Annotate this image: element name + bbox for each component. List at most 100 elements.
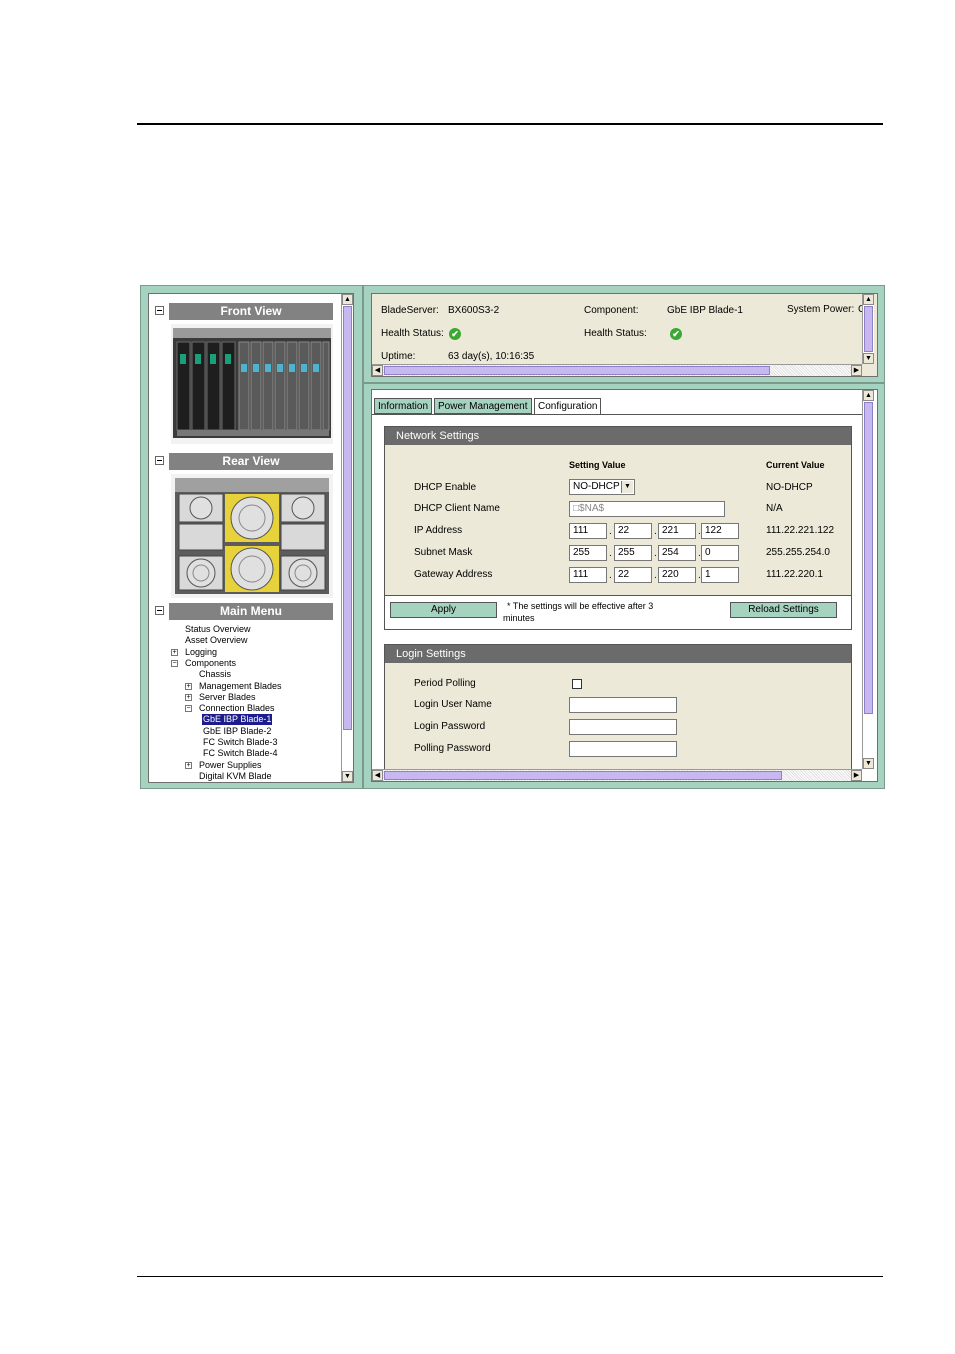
status-frame: BladeServer: BX600S3-2 Component: GbE IB… <box>363 285 885 383</box>
ip-octet-2-field[interactable]: 22 <box>614 523 652 539</box>
setting-value-header: Setting Value <box>569 460 626 470</box>
mask-octet-2-field[interactable]: 255 <box>614 545 652 561</box>
chevron-down-icon[interactable]: ▼ <box>621 481 633 493</box>
login-password-field[interactable] <box>569 719 677 735</box>
expand-logging-icon[interactable]: + <box>171 649 178 656</box>
ip-octet-4-field[interactable]: 122 <box>701 523 739 539</box>
left-frame: Front View Rear View Main Menu Status Ov… <box>140 285 363 789</box>
mask-dot-separator: . <box>654 548 657 559</box>
login-settings-body: Period Polling Login User Name Login Pas… <box>385 663 851 775</box>
content-hscroll-thumb[interactable] <box>384 771 782 780</box>
scroll-up-arrow-icon[interactable]: ▲ <box>342 294 353 305</box>
menu-connection-blades[interactable]: Connection Blades <box>199 703 275 714</box>
polling-password-field[interactable] <box>569 741 677 757</box>
dhcp-client-name-current: N/A <box>766 503 783 514</box>
status-vertical-scrollbar[interactable]: ▲ ▼ <box>862 294 874 364</box>
status-horizontal-scrollbar[interactable]: ◀ ▶ <box>372 364 862 376</box>
content-vscroll-thumb[interactable] <box>864 402 873 714</box>
scroll-right-arrow-icon[interactable]: ▶ <box>851 770 862 781</box>
subnet-mask-label: Subnet Mask <box>414 547 473 558</box>
scroll-up-arrow-icon[interactable]: ▲ <box>863 390 874 401</box>
ip-octet-3-field[interactable]: 221 <box>658 523 696 539</box>
tab-information[interactable]: Information <box>374 398 433 414</box>
scroll-left-arrow-icon[interactable]: ◀ <box>372 770 383 781</box>
nav-vertical-scrollbar[interactable]: ▲ ▼ <box>341 294 353 782</box>
collapse-front-view-icon[interactable] <box>155 306 164 315</box>
menu-power-supplies[interactable]: Power Supplies <box>199 760 262 771</box>
collapse-connection-blades-icon[interactable]: − <box>185 705 192 712</box>
expand-server-blades-icon[interactable]: + <box>185 694 192 701</box>
navigation-panel: Front View Rear View Main Menu Status Ov… <box>148 293 354 783</box>
content-panel: Information Power Management Configurati… <box>371 389 878 782</box>
menu-fc-switch-blade-3[interactable]: FC Switch Blade-3 <box>203 737 278 748</box>
menu-fc-switch-blade-4[interactable]: FC Switch Blade-4 <box>203 748 278 759</box>
scroll-down-arrow-icon[interactable]: ▼ <box>863 353 874 364</box>
dhcp-client-name-field[interactable]: □$NA$ <box>569 501 725 517</box>
ip-dot-separator: . <box>609 526 612 537</box>
mask-octet-3-field[interactable]: 254 <box>658 545 696 561</box>
gateway-octet-3-field[interactable]: 220 <box>658 567 696 583</box>
content-vertical-scrollbar[interactable]: ▲ ▼ <box>862 390 874 769</box>
ip-octet-1-field[interactable]: 111 <box>569 523 607 539</box>
menu-gbe-ibp-blade-2[interactable]: GbE IBP Blade-2 <box>203 726 271 737</box>
menu-status-overview[interactable]: Status Overview <box>185 624 251 635</box>
collapse-components-icon[interactable]: − <box>171 660 178 667</box>
menu-digital-kvm-blade[interactable]: Digital KVM Blade <box>199 771 272 782</box>
ip-address-label: IP Address <box>414 525 463 536</box>
period-polling-checkbox[interactable] <box>572 679 582 689</box>
menu-management-blades[interactable]: Management Blades <box>199 681 282 692</box>
scroll-right-arrow-icon[interactable]: ▶ <box>851 365 862 376</box>
mask-octet-4-field[interactable]: 0 <box>701 545 739 561</box>
expand-management-blades-icon[interactable]: + <box>185 683 192 690</box>
login-password-label: Login Password <box>414 721 486 732</box>
settings-note-line2: minutes <box>503 613 535 623</box>
collapse-main-menu-icon[interactable] <box>155 606 164 615</box>
ip-address-current: 111.22.221.122 <box>766 525 835 536</box>
scroll-left-arrow-icon[interactable]: ◀ <box>372 365 383 376</box>
top-rule <box>137 123 883 125</box>
current-value-header: Current Value <box>766 460 825 470</box>
gateway-octet-2-field[interactable]: 22 <box>614 567 652 583</box>
menu-components[interactable]: Components <box>185 658 236 669</box>
status-vscroll-thumb[interactable] <box>864 306 873 352</box>
front-view-image <box>171 324 333 444</box>
apply-button[interactable]: Apply <box>390 602 497 618</box>
reload-settings-button[interactable]: Reload Settings <box>730 602 837 618</box>
gateway-octet-1-field[interactable]: 111 <box>569 567 607 583</box>
bladeserver-label: BladeServer: <box>381 305 439 316</box>
tab-power-management[interactable]: Power Management <box>434 398 532 414</box>
menu-chassis[interactable]: Chassis <box>199 669 231 680</box>
uptime-value: 63 day(s), 10:16:35 <box>448 351 535 362</box>
health-status-label: Health Status: <box>381 328 444 339</box>
tab-configuration[interactable]: Configuration <box>534 398 602 415</box>
settings-note-line1: * The settings will be effective after 3 <box>507 601 654 611</box>
bottom-rule <box>137 1276 883 1277</box>
health-ok-icon: ✔ <box>449 328 461 340</box>
menu-server-blades[interactable]: Server Blades <box>199 692 256 703</box>
login-settings-section: Login Settings Period Polling Login User… <box>384 644 852 775</box>
login-user-name-field[interactable] <box>569 697 677 713</box>
menu-asset-overview[interactable]: Asset Overview <box>185 635 248 646</box>
dhcp-enable-label: DHCP Enable <box>414 482 477 493</box>
login-user-name-label: Login User Name <box>414 699 492 710</box>
dhcp-enable-value: NO-DHCP <box>573 481 620 492</box>
nav-scroll-thumb[interactable] <box>343 306 352 730</box>
front-view-header: Front View <box>169 303 333 320</box>
component-value: GbE IBP Blade-1 <box>667 305 743 316</box>
component-health-status-label: Health Status: <box>584 328 647 339</box>
login-settings-title: Login Settings <box>385 645 851 663</box>
menu-logging[interactable]: Logging <box>185 647 217 658</box>
scroll-down-arrow-icon[interactable]: ▼ <box>863 758 874 769</box>
collapse-rear-view-icon[interactable] <box>155 456 164 465</box>
mask-octet-1-field[interactable]: 255 <box>569 545 607 561</box>
rear-view-header: Rear View <box>169 453 333 470</box>
gateway-octet-4-field[interactable]: 1 <box>701 567 739 583</box>
status-hscroll-thumb[interactable] <box>384 366 770 375</box>
dhcp-enable-select[interactable]: NO-DHCP ▼ <box>569 479 635 495</box>
scroll-up-arrow-icon[interactable]: ▲ <box>863 294 874 305</box>
expand-power-supplies-icon[interactable]: + <box>185 762 192 769</box>
content-horizontal-scrollbar[interactable]: ◀ ▶ <box>372 769 862 781</box>
component-health-ok-icon: ✔ <box>670 328 682 340</box>
menu-gbe-ibp-blade-1[interactable]: GbE IBP Blade-1 <box>202 714 273 725</box>
scroll-down-arrow-icon[interactable]: ▼ <box>342 771 353 782</box>
